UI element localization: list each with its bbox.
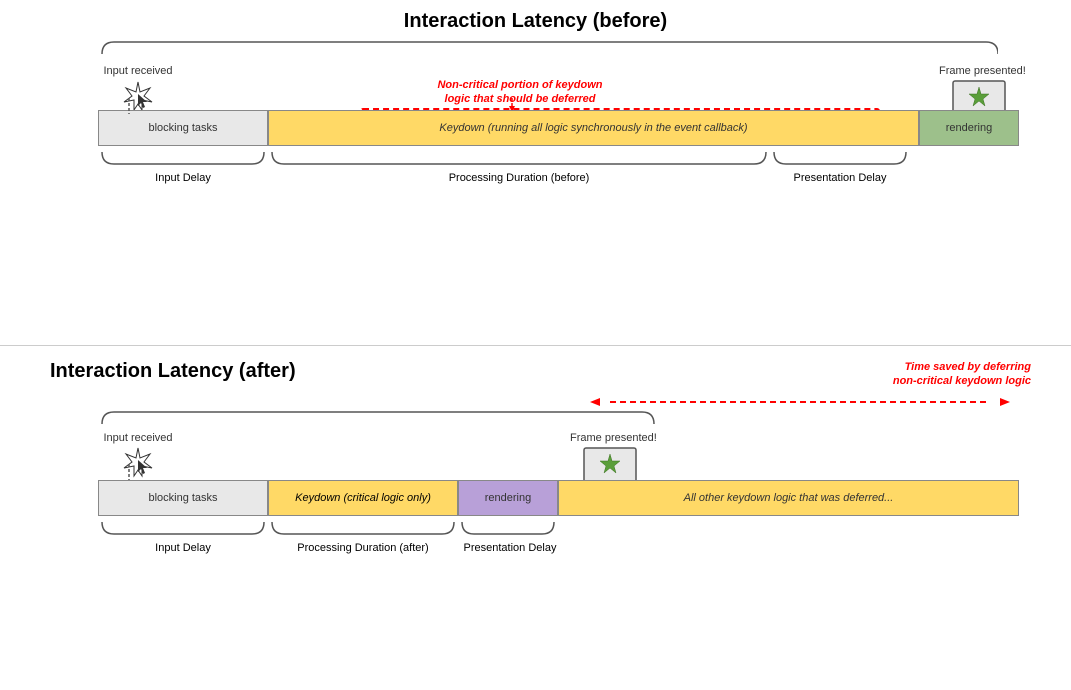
starburst-icon bbox=[122, 80, 154, 112]
after-title: Interaction Latency (after) bbox=[40, 360, 296, 382]
after-input-dotted-line bbox=[128, 464, 130, 480]
input-delay-label-after: Input Delay bbox=[98, 542, 268, 554]
diagram-container: Interaction Latency (before) Input recei… bbox=[0, 0, 1071, 690]
before-timeline: blocking tasks Keydown (running all logi… bbox=[98, 110, 1019, 146]
after-input-delay-brace bbox=[98, 518, 268, 538]
input-delay-label-before: Input Delay bbox=[98, 172, 268, 184]
after-presentation-brace bbox=[458, 518, 558, 538]
rendering-label-before: rendering bbox=[946, 122, 992, 134]
keydown-bar-after: Keydown (critical logic only) bbox=[268, 480, 458, 516]
processing-duration-label-before: Processing Duration (before) bbox=[268, 172, 770, 184]
rendering-label-after: rendering bbox=[485, 492, 531, 504]
time-saved-label: Time saved by deferringnon-critical keyd… bbox=[893, 360, 1031, 389]
before-section: Interaction Latency (before) Input recei… bbox=[40, 10, 1031, 300]
after-starburst-icon bbox=[122, 446, 154, 478]
before-input-dotted-line bbox=[128, 98, 130, 114]
deferred-bar-after: All other keydown logic that was deferre… bbox=[558, 480, 1019, 516]
after-timeline: blocking tasks Keydown (critical logic o… bbox=[98, 480, 1019, 516]
input-delay-brace bbox=[98, 148, 268, 168]
rendering-bar-after: rendering bbox=[458, 480, 558, 516]
blocking-bar-before: blocking tasks bbox=[98, 110, 268, 146]
after-input-received-label: Input received bbox=[98, 432, 178, 444]
after-section: Interaction Latency (after) Time saved b… bbox=[40, 360, 1031, 650]
keydown-bar-before: Keydown (running all logic synchronously… bbox=[268, 110, 919, 146]
before-top-brace bbox=[98, 38, 998, 58]
keydown-label-after: Keydown (critical logic only) bbox=[295, 492, 431, 504]
time-saved-label-area: Time saved by deferringnon-critical keyd… bbox=[781, 360, 1031, 389]
after-input-received: Input received bbox=[98, 432, 178, 480]
rendering-bar-before: rendering bbox=[919, 110, 1019, 146]
blocking-label-after: blocking tasks bbox=[148, 492, 217, 504]
processing-duration-brace bbox=[268, 148, 770, 168]
presentation-delay-label-before: Presentation Delay bbox=[770, 172, 910, 184]
before-input-received: Input received bbox=[98, 65, 178, 114]
blocking-bar-after: blocking tasks bbox=[98, 480, 268, 516]
before-title: Interaction Latency (before) bbox=[404, 10, 667, 32]
blocking-label-before: blocking tasks bbox=[148, 122, 217, 134]
section-separator bbox=[0, 345, 1071, 346]
deferred-label-after: All other keydown logic that was deferre… bbox=[684, 492, 894, 504]
keydown-label-before: Keydown (running all logic synchronously… bbox=[439, 122, 747, 134]
after-top-brace bbox=[98, 408, 658, 428]
presentation-delay-label-after: Presentation Delay bbox=[430, 542, 590, 554]
before-frame-presented-label: Frame presented! bbox=[939, 65, 1019, 77]
after-frame-presented-label: Frame presented! bbox=[570, 432, 650, 444]
after-processing-brace bbox=[268, 518, 458, 538]
presentation-delay-brace bbox=[770, 148, 910, 168]
before-input-received-label: Input received bbox=[98, 65, 178, 78]
